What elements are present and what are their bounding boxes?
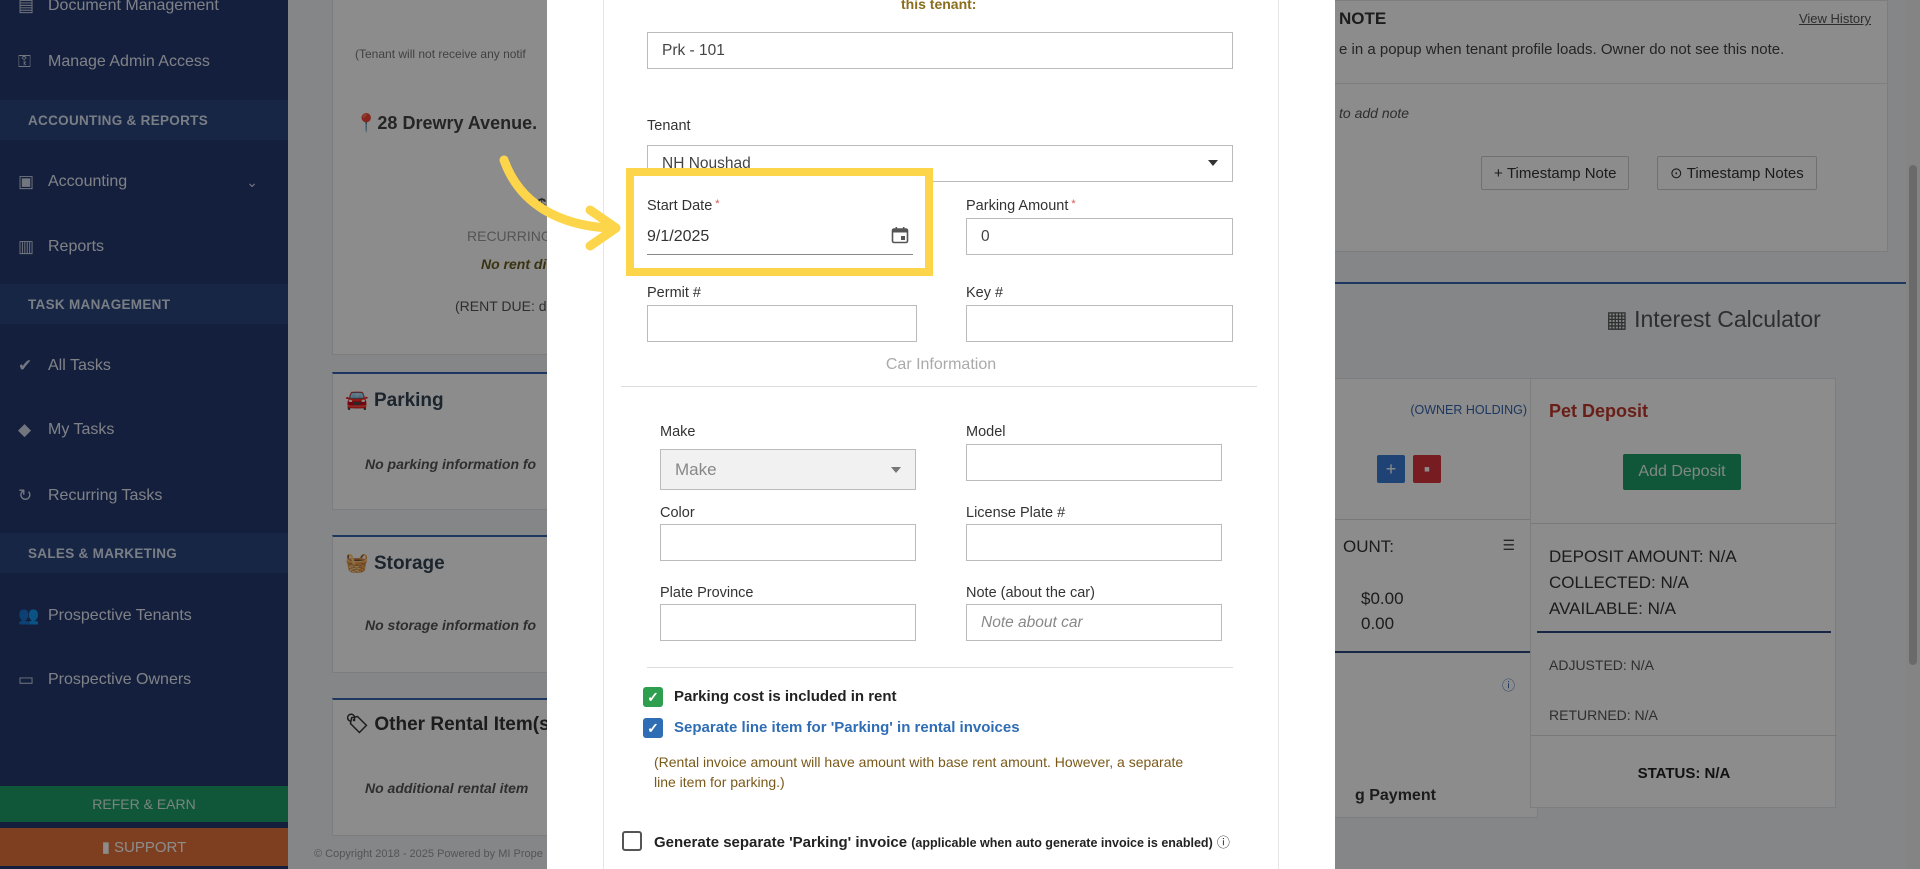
model-input[interactable] <box>966 444 1222 481</box>
car-info-heading: Car Information <box>885 356 997 373</box>
parking-modal: this tenant: Prk - 101 Tenant NH Noushad… <box>547 0 1335 869</box>
permit-label: Permit # <box>647 285 701 301</box>
tutorial-arrow-icon <box>499 155 621 251</box>
make-select[interactable]: Make <box>660 449 916 490</box>
calendar-icon[interactable] <box>891 226 909 244</box>
top-caption: this tenant: <box>901 0 977 12</box>
tenant-label: Tenant <box>647 118 691 134</box>
parking-amount-label: Parking Amount * <box>966 198 1076 214</box>
make-placeholder: Make <box>675 459 717 479</box>
start-date-label: Start Date * <box>647 198 720 214</box>
province-label: Plate Province <box>660 585 754 601</box>
key-input[interactable] <box>966 305 1233 342</box>
color-input[interactable] <box>660 524 916 561</box>
caret-down-icon <box>891 467 901 473</box>
start-date-value: 9/1/2025 <box>647 228 710 245</box>
info-icon: ⓘ <box>1216 835 1230 850</box>
invoice-info-text: (Rental invoice amount will have amount … <box>654 754 1184 790</box>
model-label: Model <box>966 424 1006 440</box>
start-date-input[interactable]: 9/1/2025 <box>647 220 913 255</box>
caret-down-icon <box>1208 160 1218 166</box>
make-label: Make <box>660 424 696 440</box>
modal-inner <box>603 0 1279 869</box>
car-note-label: Note (about the car) <box>966 585 1095 601</box>
plate-label: License Plate # <box>966 505 1066 521</box>
key-label: Key # <box>966 285 1004 301</box>
license-plate-input[interactable] <box>966 524 1222 561</box>
parking-included-label[interactable]: Parking cost is included in rent <box>674 688 897 705</box>
separate-line-item-checkbox[interactable]: ✓ <box>643 718 663 738</box>
start-date-highlight: Start Date * 9/1/2025 <box>626 168 933 276</box>
generate-invoice-label[interactable]: Generate separate 'Parking' invoice (app… <box>654 832 1230 851</box>
parking-amount-input[interactable]: 0 <box>966 218 1233 255</box>
parking-included-checkbox[interactable]: ✓ <box>643 687 663 707</box>
car-note-input[interactable]: Note about car <box>966 604 1222 641</box>
generate-invoice-checkbox[interactable] <box>622 831 642 851</box>
color-label: Color <box>660 505 695 521</box>
parking-spot-select[interactable]: Prk - 101 <box>647 32 1233 69</box>
separate-line-item-label[interactable]: Separate line item for 'Parking' in rent… <box>674 719 1020 736</box>
plate-province-input[interactable] <box>660 604 916 641</box>
permit-input[interactable] <box>647 305 917 342</box>
